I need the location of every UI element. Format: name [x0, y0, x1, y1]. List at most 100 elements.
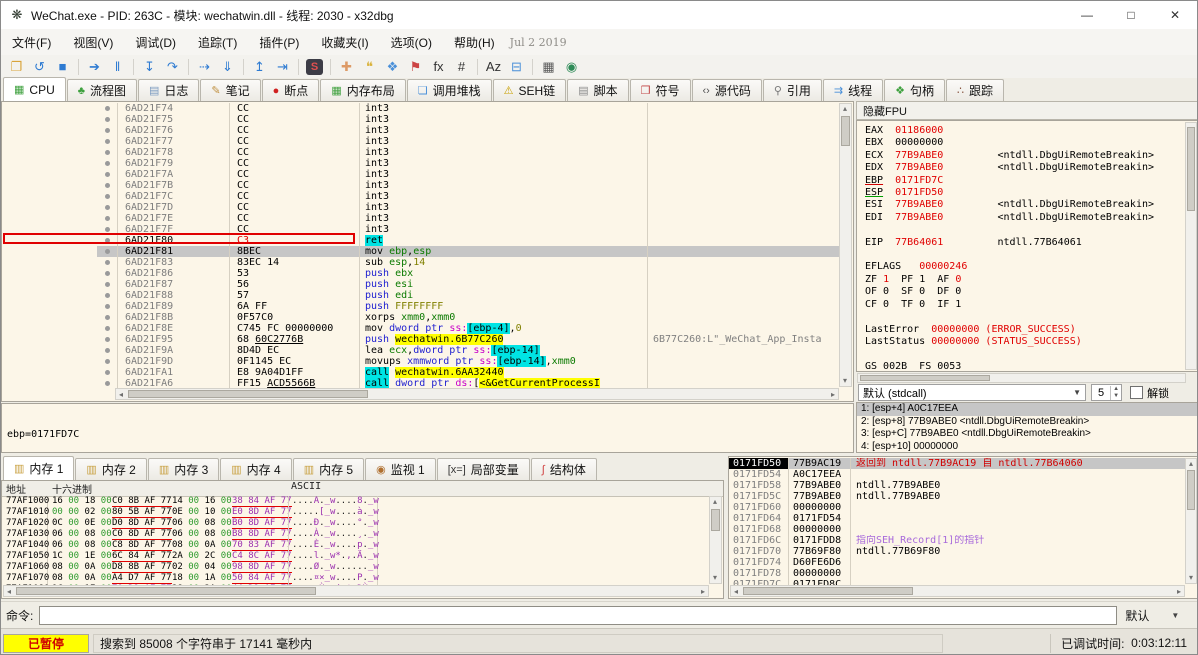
tab-内存-2[interactable]: ▥内存 2	[75, 458, 146, 480]
breakpoint-gutter[interactable]	[97, 224, 118, 235]
scroll-down-arrow[interactable]: ▾	[710, 573, 720, 583]
tab-内存-5[interactable]: ▥内存 5	[293, 458, 364, 480]
register-line[interactable]: ZF 1 PF 1 AF 0	[865, 274, 1184, 286]
breakpoint-gutter[interactable]	[97, 180, 118, 191]
tab-cpu[interactable]: ▦CPU	[3, 77, 66, 101]
register-line[interactable]	[865, 224, 1184, 236]
strings-icon[interactable]: S	[306, 59, 323, 75]
disasm-row[interactable]: 6AD21F75CCint3	[97, 114, 839, 125]
arg-count-stepper[interactable]: 5 ▲▼	[1091, 384, 1122, 401]
scroll-right-arrow[interactable]: ▸	[1174, 587, 1184, 597]
memory-row[interactable]: 77AF107008 00 0A 00A4 D7 AF 7718 00 1A 0…	[2, 573, 709, 584]
register-line[interactable]: GS 002B FS 0053	[865, 361, 1184, 372]
breakpoint-gutter[interactable]	[97, 125, 118, 136]
text-encoding-icon[interactable]: Az	[483, 57, 504, 76]
scroll-left-arrow[interactable]: ◂	[4, 587, 14, 597]
memory-row[interactable]: 77AF104006 00 08 00C8 8D AF 7708 00 0A 0…	[2, 540, 709, 551]
scroll-up-arrow[interactable]: ▴	[1186, 459, 1196, 469]
breakpoint-gutter[interactable]	[97, 345, 118, 356]
memory-row[interactable]: 77AF101000 00 02 0080 5B AF 770E 00 10 0…	[2, 507, 709, 518]
close-button[interactable]: ✕	[1153, 1, 1197, 29]
memory-row[interactable]: 77AF103006 00 08 00C0 8D AF 7706 00 08 0…	[2, 529, 709, 540]
register-line[interactable]: EBP 0171FD7C	[865, 175, 1184, 187]
memory-row[interactable]: 77AF100016 00 18 00C0 8B AF 7714 00 16 0…	[2, 496, 709, 507]
register-line[interactable]: EFLAGS 00000246	[865, 261, 1184, 273]
breakpoint-gutter[interactable]	[97, 312, 118, 323]
tab-调用堆栈[interactable]: ❏调用堆栈	[407, 79, 492, 101]
tab-局部变量[interactable]: [x=]局部变量	[437, 458, 530, 480]
internet-icon[interactable]: ◉	[561, 57, 582, 76]
breakpoint-gutter[interactable]	[97, 136, 118, 147]
disasm-row[interactable]: 6AD21F7FCCint3	[97, 224, 839, 235]
breakpoint-gutter[interactable]	[97, 246, 118, 257]
memory-row[interactable]: 77AF106008 00 0A 00D8 8B AF 7702 00 04 0…	[2, 562, 709, 573]
register-line[interactable]: LastError 00000000 (ERROR_SUCCESS)	[865, 324, 1184, 336]
menu-item-o[interactable]: 选项(O)	[380, 30, 443, 55]
call-argument-row[interactable]: 2: [esp+8] 77B9ABE0 <ntdll.DbgUiRemoteBr…	[857, 416, 1198, 429]
tab-日志[interactable]: ▤日志	[138, 79, 199, 101]
breakpoint-gutter[interactable]	[97, 290, 118, 301]
hash-icon[interactable]: #	[451, 57, 472, 76]
breakpoint-gutter[interactable]	[97, 213, 118, 224]
tab-内存布局[interactable]: ▦内存布局	[320, 79, 405, 101]
call-argument-row[interactable]: 1: [esp+4] A0C17EEA	[857, 403, 1198, 416]
breakpoint-gutter[interactable]	[97, 158, 118, 169]
memory-row[interactable]: 77AF10200C 00 0E 00D0 8D AF 7706 00 08 0…	[2, 518, 709, 529]
stack-row[interactable]: 0171FD640171FD54	[729, 513, 1185, 524]
register-line[interactable]: OF 0 SF 0 DF 0	[865, 286, 1184, 298]
breakpoint-gutter[interactable]	[97, 169, 118, 180]
step-over-icon[interactable]: ↷	[162, 57, 183, 76]
disasm-row[interactable]: 6AD21F8EC745 FC 00000000mov dword ptr ss…	[97, 323, 839, 334]
disasm-row[interactable]: 6AD21FA6FF15 ACD5566Bcall dword ptr ds:[…	[97, 378, 839, 388]
register-line[interactable]: EBX 00000000	[865, 137, 1184, 149]
breakpoint-gutter[interactable]	[97, 356, 118, 367]
disasm-row[interactable]: 6AD21F8857push edi	[97, 290, 839, 301]
register-line[interactable]: ESI 77B9ABE0 <ntdll.DbgUiRemoteBreakin>	[865, 199, 1184, 211]
tab-内存-3[interactable]: ▥内存 3	[148, 458, 219, 480]
run-to-user-code-icon[interactable]: ⇥	[272, 57, 293, 76]
scroll-down-arrow[interactable]: ▾	[840, 376, 850, 386]
disasm-row[interactable]: 6AD21F76CCint3	[97, 125, 839, 136]
disasm-row[interactable]: 6AD21F77CCint3	[97, 136, 839, 147]
stack-row[interactable]: 0171FD5077B9AC19返回到 ntdll.77B9AC19 自 ntd…	[729, 458, 1185, 469]
breakpoint-gutter[interactable]	[97, 202, 118, 213]
functions-icon[interactable]: fx	[428, 57, 449, 76]
detach-icon[interactable]: ⊟	[506, 57, 527, 76]
tab-符号[interactable]: ❒符号	[630, 79, 691, 101]
scroll-down-arrow[interactable]: ▾	[1186, 573, 1196, 583]
disassembly-hscrollbar[interactable]: ◂ ▸	[115, 388, 839, 400]
tab-内存-4[interactable]: ▥内存 4	[220, 458, 291, 480]
step-into-icon[interactable]: ↧	[139, 57, 160, 76]
hide-fpu-button[interactable]: 隐藏FPU	[856, 101, 1198, 120]
scroll-right-arrow[interactable]: ▸	[828, 390, 838, 400]
disasm-row[interactable]: 6AD21F9D0F1145 ECmovups xmmword ptr ss:[…	[97, 356, 839, 367]
breakpoint-gutter[interactable]	[97, 378, 118, 388]
stack-hscrollbar[interactable]: ◂ ▸	[730, 585, 1185, 597]
stack-row[interactable]: 0171FD6000000000	[729, 502, 1185, 513]
comments-icon[interactable]: ❝	[359, 57, 380, 76]
step-out-icon[interactable]: ↥	[249, 57, 270, 76]
menu-item-i[interactable]: 收藏夹(I)	[310, 30, 379, 55]
menu-item-p[interactable]: 插件(P)	[248, 30, 310, 55]
tab-源代码[interactable]: ‹›源代码	[692, 79, 762, 101]
register-line[interactable]: EDI 77B9ABE0 <ntdll.DbgUiRemoteBreakin>	[865, 212, 1184, 224]
disasm-row[interactable]: 6AD21F7ACCint3	[97, 169, 839, 180]
disasm-row[interactable]: 6AD21F78CCint3	[97, 147, 839, 158]
disassembly-vscrollbar[interactable]: ▴ ▾	[839, 103, 852, 387]
menu-item-f[interactable]: 文件(F)	[1, 30, 62, 55]
disasm-row[interactable]: 6AD21F9568 60C2776Bpush wechatwin.6B77C2…	[97, 334, 839, 345]
register-line[interactable]	[865, 249, 1184, 261]
tab-监视-1[interactable]: ◉监视 1	[365, 458, 436, 480]
memory-hscrollbar[interactable]: ◂ ▸	[3, 585, 709, 597]
stack-row[interactable]: 0171FD7800000000	[729, 568, 1185, 579]
register-line[interactable]: ESP 0171FD50	[865, 187, 1184, 199]
tab-线程[interactable]: ⇉线程	[823, 79, 883, 101]
tab-seh链[interactable]: ⚠SEH链	[493, 79, 567, 101]
stop-icon[interactable]: ■	[52, 57, 73, 76]
disasm-row[interactable]: 6AD21F7ECCint3	[97, 213, 839, 224]
registers-vscrollbar[interactable]	[1185, 122, 1197, 370]
register-line[interactable]: EAX 01186000	[865, 125, 1184, 137]
breakpoint-gutter[interactable]	[97, 257, 118, 268]
breakpoint-gutter[interactable]	[97, 114, 118, 125]
registers-hscrollbar[interactable]	[857, 373, 1186, 383]
